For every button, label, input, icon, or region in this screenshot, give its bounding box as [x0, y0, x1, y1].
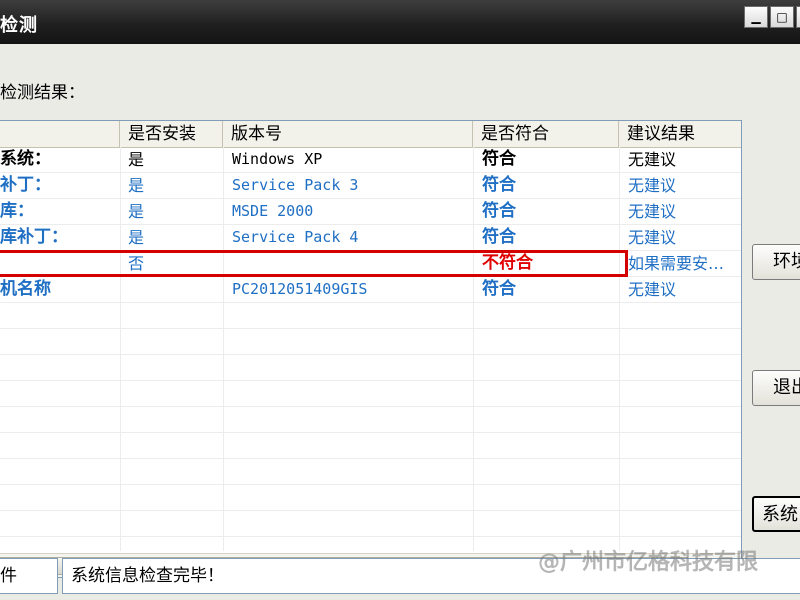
cell-advice: 无建议 — [628, 176, 677, 195]
close-button[interactable]: ✕ — [796, 6, 800, 28]
table-row[interactable]: 库： 是 MSDE 2000 符合 无建议 — [0, 199, 741, 225]
window-client: 检测结果： 是否安装 版本号 是否符合 建议结果 系统： 是 Windows X… — [0, 44, 800, 600]
empty-row — [0, 459, 741, 485]
column-header-match[interactable]: 是否符合 — [473, 121, 619, 147]
cell-item: 补丁： — [0, 175, 51, 195]
cell-version: MSDE 2000 — [232, 202, 314, 220]
window-title: 检测 — [0, 15, 38, 36]
section-label: 检测结果： — [0, 83, 85, 103]
empty-row — [0, 381, 741, 407]
column-header-item[interactable] — [0, 121, 120, 147]
table-row[interactable]: 库补丁： 是 Service Pack 4 符合 无建议 — [0, 225, 741, 251]
cell-installed: 是 — [128, 228, 145, 247]
cell-item: 机名称 — [0, 279, 51, 299]
cell-installed: 是 — [128, 150, 145, 169]
list-header: 是否安装 版本号 是否符合 建议结果 — [0, 121, 741, 148]
minimize-icon: ▁ — [751, 10, 761, 24]
empty-row — [0, 433, 741, 459]
empty-row — [0, 329, 741, 355]
exit-button[interactable]: 退出 — [752, 370, 800, 406]
cell-advice: 如果需要安… — [628, 254, 725, 273]
table-row[interactable]: 系统： 是 Windows XP 符合 无建议 — [0, 147, 741, 173]
table-row[interactable]: 补丁： 是 Service Pack 3 符合 无建议 — [0, 173, 741, 199]
cell-installed: 是 — [128, 202, 145, 221]
maximize-button[interactable]: □ — [770, 6, 794, 28]
cell-advice: 无建议 — [628, 228, 677, 247]
table-row[interactable]: 机名称 PC2012051409GIS 符合 无建议 — [0, 277, 741, 303]
cell-match: 符合 — [482, 227, 516, 247]
cell-installed: 是 — [128, 176, 145, 195]
red-highlight-box — [0, 250, 628, 277]
status-left: 件 — [0, 558, 58, 594]
cell-advice: 无建议 — [628, 150, 677, 169]
cell-match: 符合 — [482, 149, 516, 169]
maximize-icon: □ — [776, 10, 788, 24]
cell-version: PC2012051409GIS — [232, 280, 368, 298]
cell-version: Service Pack 3 — [232, 176, 359, 194]
empty-row — [0, 355, 741, 381]
environment-button[interactable]: 环境 — [752, 244, 800, 280]
watermark: @广州市亿格科技有限 — [538, 550, 759, 575]
empty-row — [0, 511, 741, 537]
cell-item: 库补丁： — [0, 227, 68, 247]
cell-item: 库： — [0, 201, 34, 221]
system-button[interactable]: 系统 — [752, 496, 800, 532]
cell-match: 符合 — [482, 279, 516, 299]
cell-item: 系统： — [0, 149, 51, 169]
cell-match: 符合 — [482, 175, 516, 195]
column-header-version[interactable]: 版本号 — [223, 121, 473, 147]
results-listview[interactable]: 是否安装 版本号 是否符合 建议结果 系统： 是 Windows XP 符合 无… — [0, 120, 742, 578]
column-header-installed[interactable]: 是否安装 — [120, 121, 223, 147]
empty-row — [0, 303, 741, 329]
empty-row — [0, 485, 741, 511]
cell-installed — [128, 277, 220, 302]
empty-row — [0, 407, 741, 433]
cell-version: Service Pack 4 — [232, 228, 359, 246]
cell-version: Windows XP — [232, 150, 323, 168]
cell-match: 符合 — [482, 201, 516, 221]
cell-advice: 无建议 — [628, 280, 677, 299]
title-bar: 检测 ▁ □ ✕ — [0, 0, 800, 45]
column-header-advice[interactable]: 建议结果 — [619, 121, 741, 147]
minimize-button[interactable]: ▁ — [744, 6, 768, 28]
cell-advice: 无建议 — [628, 202, 677, 221]
